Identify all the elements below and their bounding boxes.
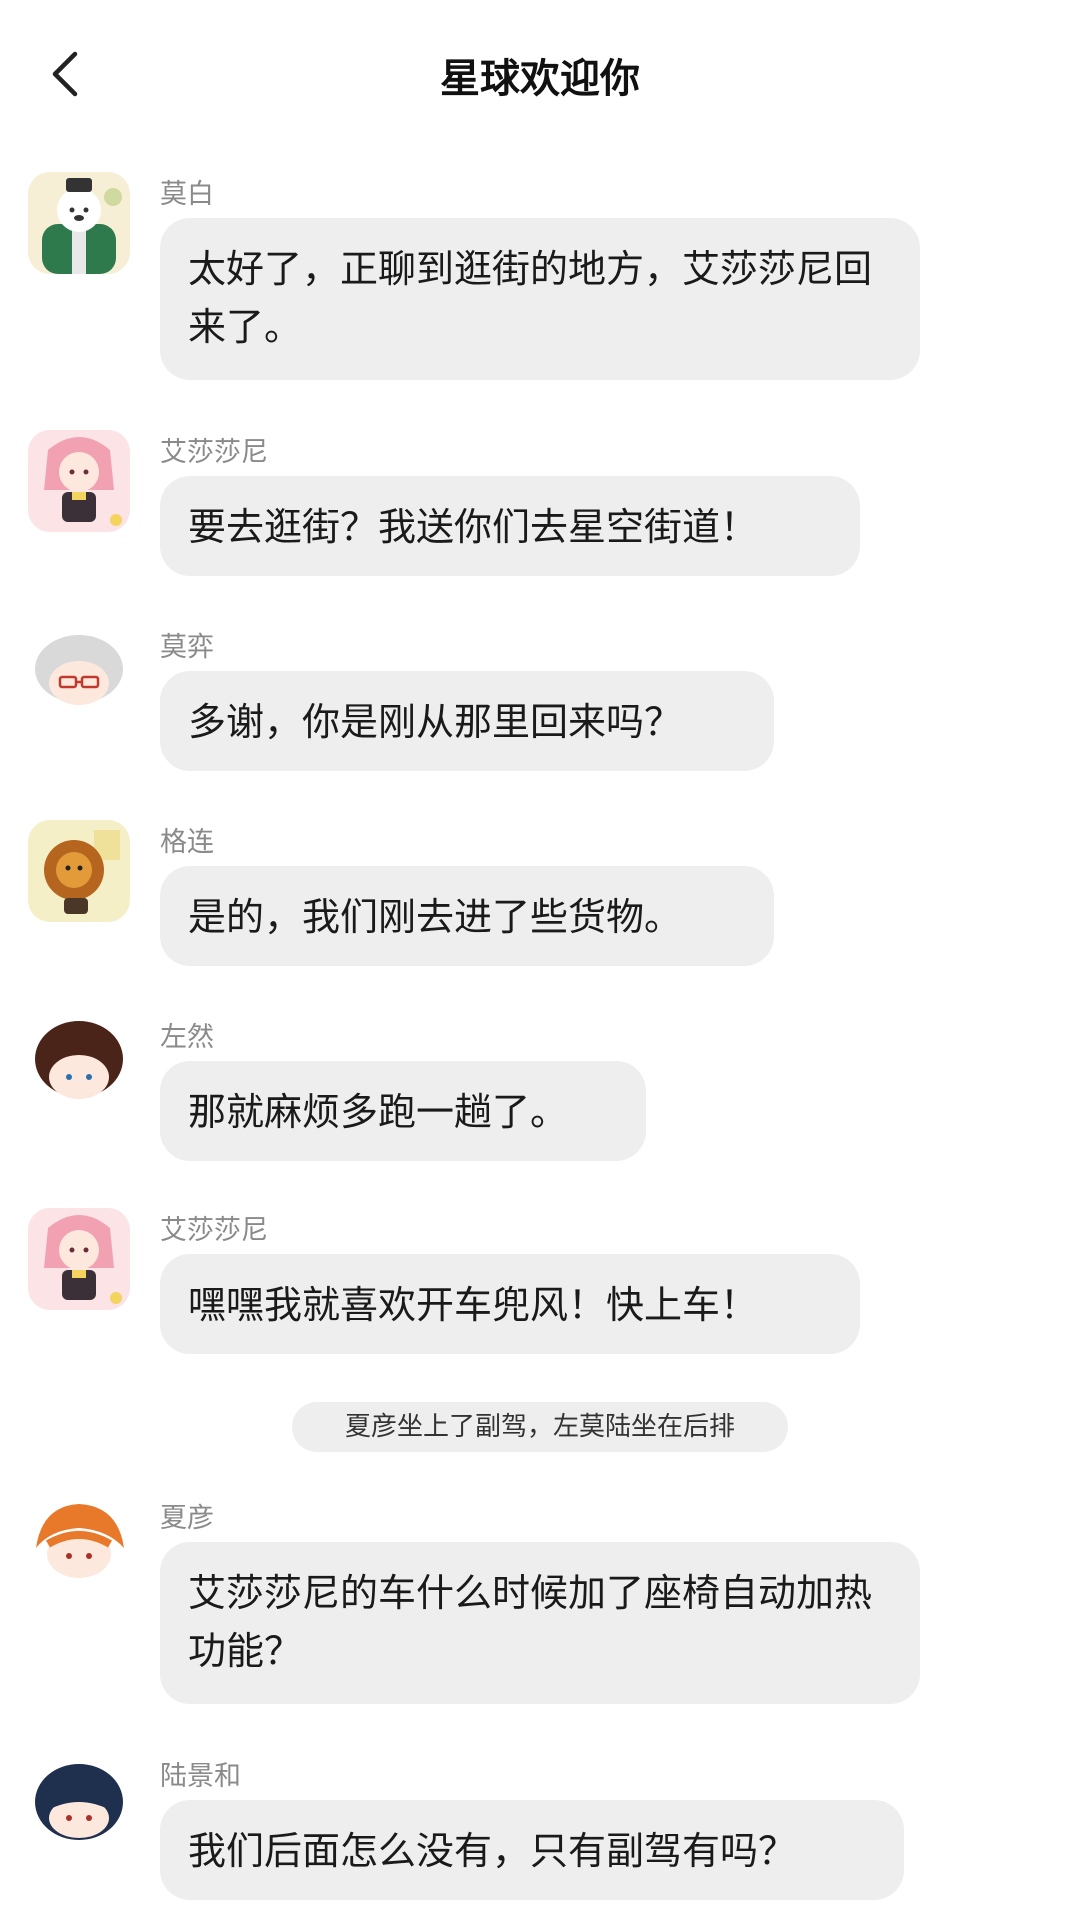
avatar[interactable] [28, 1754, 130, 1856]
message-bubble[interactable]: 多谢，你是刚从那里回来吗？ [160, 671, 774, 771]
sender-name: 莫白 [160, 179, 214, 210]
chat-screen: 星球欢迎你 莫白 太好了，正聊到逛街的地方，艾莎莎尼回来了。 艾莎莎尼 要去逛街… [0, 0, 1080, 1932]
avatar[interactable] [28, 172, 130, 274]
avatar[interactable] [28, 430, 130, 532]
system-notice: 夏彦坐上了副驾，左莫陆坐在后排 [292, 1402, 788, 1452]
avatar[interactable] [28, 820, 130, 922]
message-bubble[interactable]: 是的，我们刚去进了些货物。 [160, 866, 774, 966]
message-bubble[interactable]: 那就麻烦多跑一趟了。 [160, 1061, 646, 1161]
sender-name: 夏彦 [160, 1503, 214, 1534]
message-bubble[interactable]: 艾莎莎尼的车什么时候加了座椅自动加热功能？ [160, 1542, 920, 1704]
header: 星球欢迎你 [0, 0, 1080, 150]
sender-name: 格连 [160, 827, 214, 858]
message-bubble[interactable]: 我们后面怎么没有，只有副驾有吗？ [160, 1800, 904, 1900]
avatar[interactable] [28, 1496, 130, 1598]
avatar[interactable] [28, 1015, 130, 1117]
sender-name: 艾莎莎尼 [160, 1215, 268, 1246]
avatar[interactable] [28, 625, 130, 727]
message-bubble[interactable]: 嘿嘿我就喜欢开车兜风！快上车！ [160, 1254, 860, 1354]
avatar[interactable] [28, 1208, 130, 1310]
message-bubble[interactable]: 要去逛街？我送你们去星空街道！ [160, 476, 860, 576]
sender-name: 左然 [160, 1022, 214, 1053]
message-bubble[interactable]: 太好了，正聊到逛街的地方，艾莎莎尼回来了。 [160, 218, 920, 380]
sender-name: 莫弈 [160, 632, 214, 663]
sender-name: 陆景和 [160, 1761, 241, 1792]
sender-name: 艾莎莎尼 [160, 437, 268, 468]
page-title: 星球欢迎你 [440, 56, 640, 102]
